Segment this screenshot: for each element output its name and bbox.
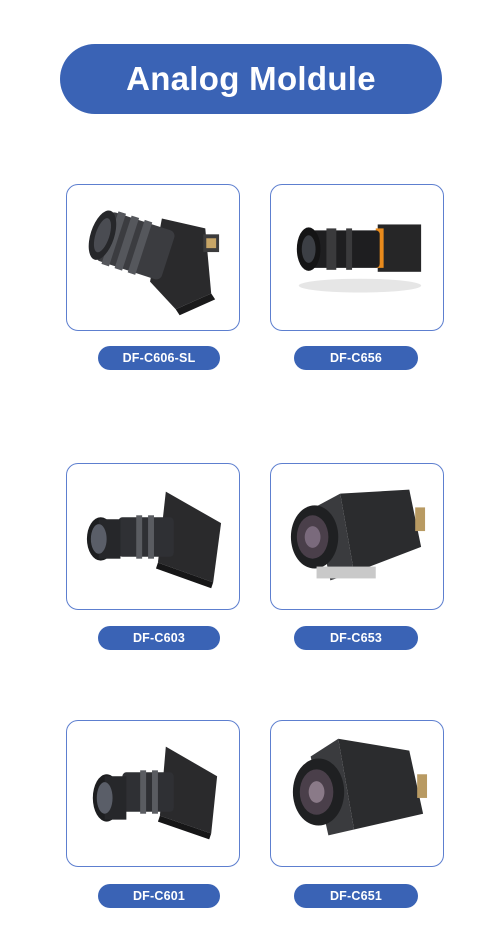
product-label-df-c651[interactable]: DF-C651 bbox=[294, 884, 418, 908]
product-label-df-c601[interactable]: DF-C601 bbox=[98, 884, 220, 908]
long-lens-camera-module-icon bbox=[88, 210, 220, 316]
board-camera-module-icon bbox=[92, 746, 218, 840]
product-label-df-c606-sl[interactable]: DF-C606-SL bbox=[98, 346, 220, 370]
product-card-df-c656[interactable] bbox=[270, 184, 444, 331]
product-label-df-c656[interactable]: DF-C656 bbox=[294, 346, 418, 370]
board-camera-module-icon bbox=[86, 491, 222, 589]
cube-camera-module-icon bbox=[292, 738, 428, 836]
product-label-df-c653[interactable]: DF-C653 bbox=[294, 626, 418, 650]
page-title: Analog Moldule bbox=[126, 60, 376, 97]
product-card-df-c601[interactable] bbox=[66, 720, 240, 867]
page-title-banner: Analog Moldule bbox=[60, 44, 442, 114]
product-card-df-c651[interactable] bbox=[270, 720, 444, 867]
product-card-df-c606-sl[interactable] bbox=[66, 184, 240, 331]
product-card-df-c603[interactable] bbox=[66, 463, 240, 610]
zoom-lens-camera-module-icon bbox=[296, 224, 422, 293]
product-card-df-c653[interactable] bbox=[270, 463, 444, 610]
product-label-df-c603[interactable]: DF-C603 bbox=[98, 626, 220, 650]
cube-camera-module-icon bbox=[290, 489, 426, 581]
